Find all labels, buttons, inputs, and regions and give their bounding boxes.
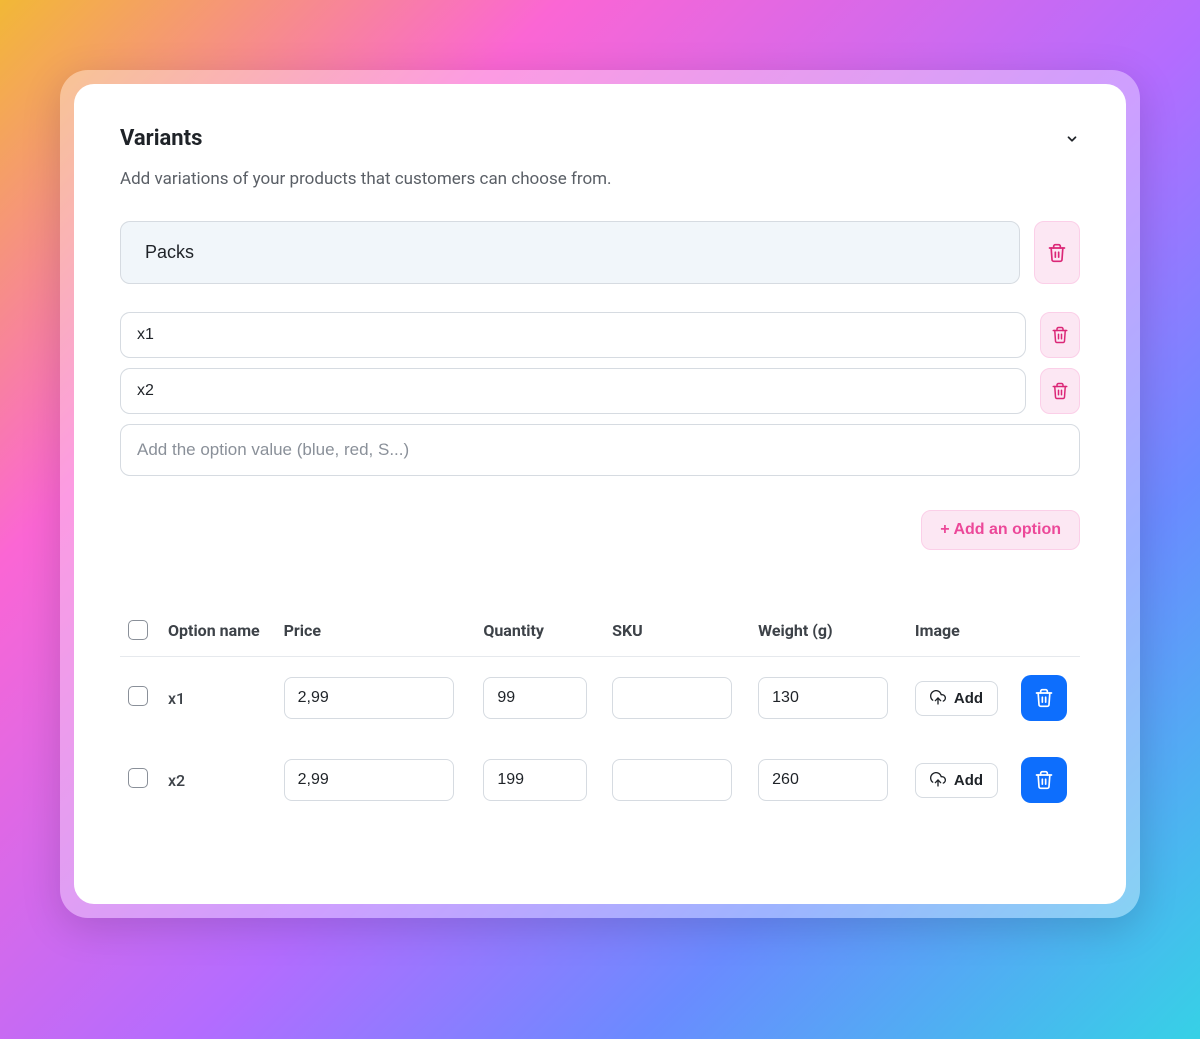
add-image-label: Add <box>954 690 983 707</box>
delete-option-value-button[interactable] <box>1040 368 1080 414</box>
cloud-upload-icon <box>930 690 946 706</box>
cloud-upload-icon <box>930 772 946 788</box>
select-all-checkbox[interactable] <box>128 620 148 640</box>
panel-outer: Variants Add variations of your products… <box>60 70 1140 918</box>
add-image-label: Add <box>954 772 983 789</box>
weight-input[interactable] <box>758 677 888 719</box>
sku-input[interactable] <box>612 759 732 801</box>
option-values <box>120 312 1080 476</box>
col-price: Price <box>276 610 476 657</box>
option-value-input[interactable] <box>120 312 1026 358</box>
col-weight: Weight (g) <box>750 610 907 657</box>
add-option-button[interactable]: + Add an option <box>921 510 1080 550</box>
row-option-name: x1 <box>168 689 185 708</box>
trash-icon <box>1047 243 1067 263</box>
col-sku: SKU <box>604 610 750 657</box>
trash-icon <box>1034 688 1054 708</box>
col-quantity: Quantity <box>475 610 604 657</box>
option-name-input[interactable] <box>120 221 1020 284</box>
price-input[interactable] <box>284 677 454 719</box>
row-option-name: x2 <box>168 771 185 790</box>
col-image: Image <box>907 610 1013 657</box>
row-checkbox[interactable] <box>128 768 148 788</box>
trash-icon <box>1051 326 1069 344</box>
table-row: x2 Add <box>120 739 1080 821</box>
option-value-input[interactable] <box>120 368 1026 414</box>
delete-option-button[interactable] <box>1034 221 1080 284</box>
variants-table: Option name Price Quantity SKU Weight (g… <box>120 610 1080 821</box>
chevron-down-icon[interactable] <box>1064 131 1080 147</box>
add-image-button[interactable]: Add <box>915 681 998 716</box>
panel-header: Variants <box>120 126 1080 151</box>
quantity-input[interactable] <box>483 759 587 801</box>
add-image-button[interactable]: Add <box>915 763 998 798</box>
trash-icon <box>1051 382 1069 400</box>
delete-row-button[interactable] <box>1021 675 1067 721</box>
weight-input[interactable] <box>758 759 888 801</box>
price-input[interactable] <box>284 759 454 801</box>
option-block: + Add an option <box>120 221 1080 550</box>
table-row: x1 Add <box>120 657 1080 740</box>
delete-row-button[interactable] <box>1021 757 1067 803</box>
panel-title: Variants <box>120 126 202 151</box>
sku-input[interactable] <box>612 677 732 719</box>
quantity-input[interactable] <box>483 677 587 719</box>
row-checkbox[interactable] <box>128 686 148 706</box>
delete-option-value-button[interactable] <box>1040 312 1080 358</box>
col-option-name: Option name <box>160 610 276 657</box>
variants-panel: Variants Add variations of your products… <box>74 84 1126 904</box>
trash-icon <box>1034 770 1054 790</box>
new-option-value-input[interactable] <box>120 424 1080 476</box>
panel-subtitle: Add variations of your products that cus… <box>120 169 1080 189</box>
